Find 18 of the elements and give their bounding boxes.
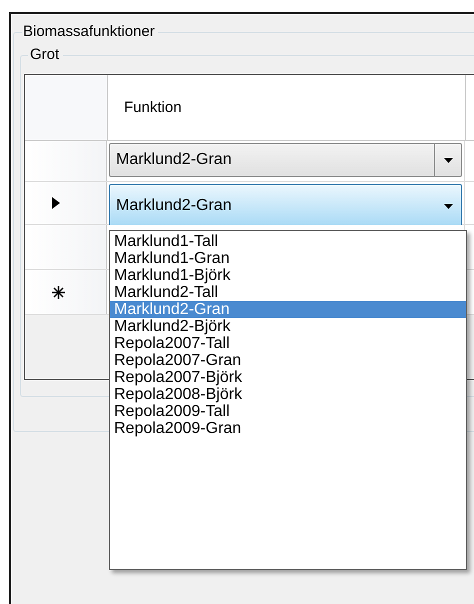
- dropdown-option[interactable]: Marklund1-Tall: [110, 233, 466, 250]
- caret-icon: [444, 158, 452, 162]
- caret-icon: [444, 204, 452, 208]
- function-dropdown[interactable]: Marklund2-Gran: [109, 184, 462, 228]
- dropdown-option[interactable]: Repola2007-Björk: [110, 369, 466, 386]
- dropdown-option[interactable]: Marklund1-Björk: [110, 267, 466, 284]
- asterisk-icon: [52, 286, 65, 298]
- dropdown-option[interactable]: Marklund2-Tall: [110, 284, 466, 301]
- dropdown-option[interactable]: Repola2009-Tall: [110, 403, 466, 420]
- function-dropdown[interactable]: Marklund2-Gran: [109, 143, 462, 177]
- current-row-icon: [52, 197, 60, 209]
- dropdown-option[interactable]: Repola2008-Björk: [110, 386, 466, 403]
- dropdown-option[interactable]: Marklund2-Björk: [110, 318, 466, 335]
- dropdown-option[interactable]: Marklund1-Gran: [110, 250, 466, 267]
- dropdown-option[interactable]: Repola2007-Tall: [110, 335, 466, 352]
- dropdown-option[interactable]: Repola2009-Gran: [110, 420, 466, 437]
- dropdown-option[interactable]: Repola2007-Gran: [110, 352, 466, 369]
- dropdown-option[interactable]: Marklund2-Gran: [110, 301, 466, 318]
